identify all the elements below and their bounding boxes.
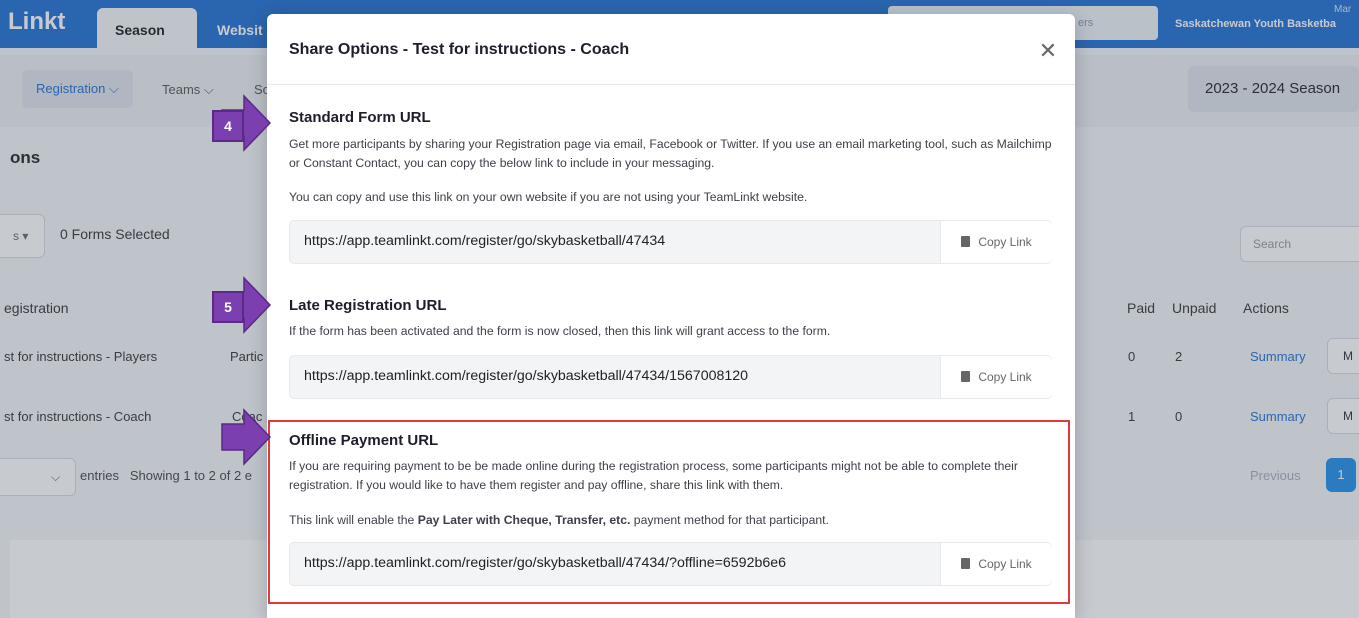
standard-url-note: You can copy and use this link on your o…	[289, 190, 808, 204]
standard-url-field[interactable]: https://app.teamlinkt.com/register/go/sk…	[289, 220, 1052, 264]
copy-link-label: Copy Link	[978, 370, 1032, 384]
standard-url-heading: Standard Form URL	[289, 109, 431, 126]
clipboard-icon	[961, 371, 971, 382]
late-url-description: If the form has been activated and the f…	[289, 324, 831, 338]
close-icon[interactable]: ✕	[1037, 40, 1059, 62]
late-url-heading: Late Registration URL	[289, 297, 447, 314]
modal-header: Share Options - Test for instructions - …	[267, 14, 1075, 85]
late-url-value[interactable]: https://app.teamlinkt.com/register/go/sk…	[304, 368, 748, 384]
highlight-box	[268, 420, 1070, 604]
step-badge-5: 5	[212, 291, 244, 323]
standard-url-description: Get more participants by sharing your Re…	[289, 137, 1052, 170]
late-url-field[interactable]: https://app.teamlinkt.com/register/go/sk…	[289, 355, 1052, 399]
clipboard-icon	[961, 236, 971, 247]
copy-link-button[interactable]: Copy Link	[940, 356, 1052, 398]
modal-title: Share Options - Test for instructions - …	[289, 41, 630, 58]
step-badge-4: 4	[212, 110, 244, 142]
copy-link-button[interactable]: Copy Link	[940, 221, 1052, 263]
annotation-arrow-icon	[221, 408, 272, 466]
copy-link-label: Copy Link	[978, 235, 1032, 249]
standard-url-value[interactable]: https://app.teamlinkt.com/register/go/sk…	[304, 233, 665, 249]
